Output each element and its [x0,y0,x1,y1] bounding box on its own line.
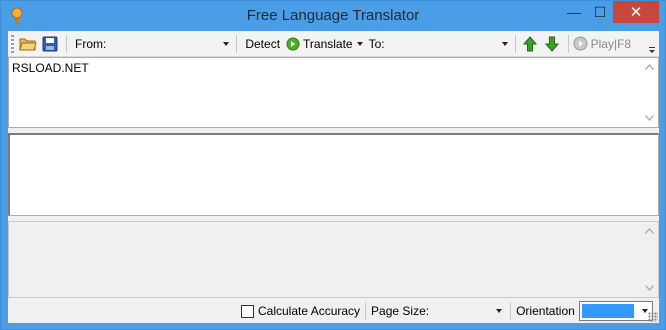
from-language-combo[interactable] [110,33,233,54]
orientation-color-swatch [581,304,634,318]
play-icon [573,36,588,51]
from-label: From: [75,36,107,51]
close-button[interactable]: ✕ [613,1,659,23]
scroll-up-icon[interactable] [645,228,654,234]
output-scrollbar[interactable] [641,222,658,297]
minimize-button[interactable]: — [561,1,587,23]
resize-grip-icon[interactable] [648,312,658,322]
up-arrow-icon[interactable] [520,34,540,54]
main-toolbar: From: Detect Translate To: Play|F8 [8,31,659,57]
translate-button[interactable]: Translate [284,34,355,54]
calculate-accuracy-checkbox[interactable] [241,304,254,318]
chevron-down-icon[interactable] [223,41,230,46]
orientation-combo[interactable] [578,301,653,321]
chevron-down-icon[interactable] [641,309,648,313]
down-arrow-icon[interactable] [542,34,562,54]
source-text: RSLOAD.NET [12,61,89,75]
output-panel[interactable] [8,221,659,298]
toolbar-separator [514,34,516,53]
save-icon[interactable] [40,34,60,54]
source-scrollbar[interactable] [641,58,658,127]
scroll-down-icon[interactable] [645,115,654,121]
play-button[interactable]: Play|F8 [573,36,631,51]
translate-label: Translate [303,36,353,51]
toolbar-overflow-icon[interactable] [647,44,657,54]
translated-text-area[interactable] [8,133,659,216]
maximize-button[interactable]: ☐ [587,1,613,23]
status-bar: Calculate Accuracy Page Size: Orientatio… [8,299,659,323]
to-language-combo[interactable] [388,33,511,54]
translate-dropdown-icon[interactable] [355,34,365,54]
status-separator [365,302,367,320]
detect-button[interactable]: Detect [241,37,284,51]
title-bar[interactable]: Free Language Translator — ☐ ✕ [1,1,665,31]
calculate-accuracy-label[interactable]: Calculate Accuracy [258,304,360,318]
orientation-label: Orientation [516,304,575,318]
source-text-area[interactable]: RSLOAD.NET [8,57,659,128]
toolbar-separator [236,34,238,53]
translate-go-icon [286,37,300,50]
chevron-down-icon[interactable] [496,309,503,313]
toolbar-grip[interactable] [11,34,14,53]
app-window: Free Language Translator — ☐ ✕ From: Det… [0,0,666,330]
scroll-down-icon[interactable] [645,285,654,291]
open-folder-icon[interactable] [18,34,38,54]
toolbar-separator [66,34,67,53]
status-separator [510,302,512,320]
page-size-combo[interactable] [433,301,505,321]
play-label: Play|F8 [590,36,632,51]
client-area: From: Detect Translate To: Play|F8 RSLOA… [8,31,659,323]
chevron-down-icon[interactable] [501,41,508,46]
scroll-up-icon[interactable] [645,64,654,70]
page-size-label: Page Size: [371,304,430,318]
toolbar-separator [567,34,569,53]
to-label: To: [368,36,385,51]
